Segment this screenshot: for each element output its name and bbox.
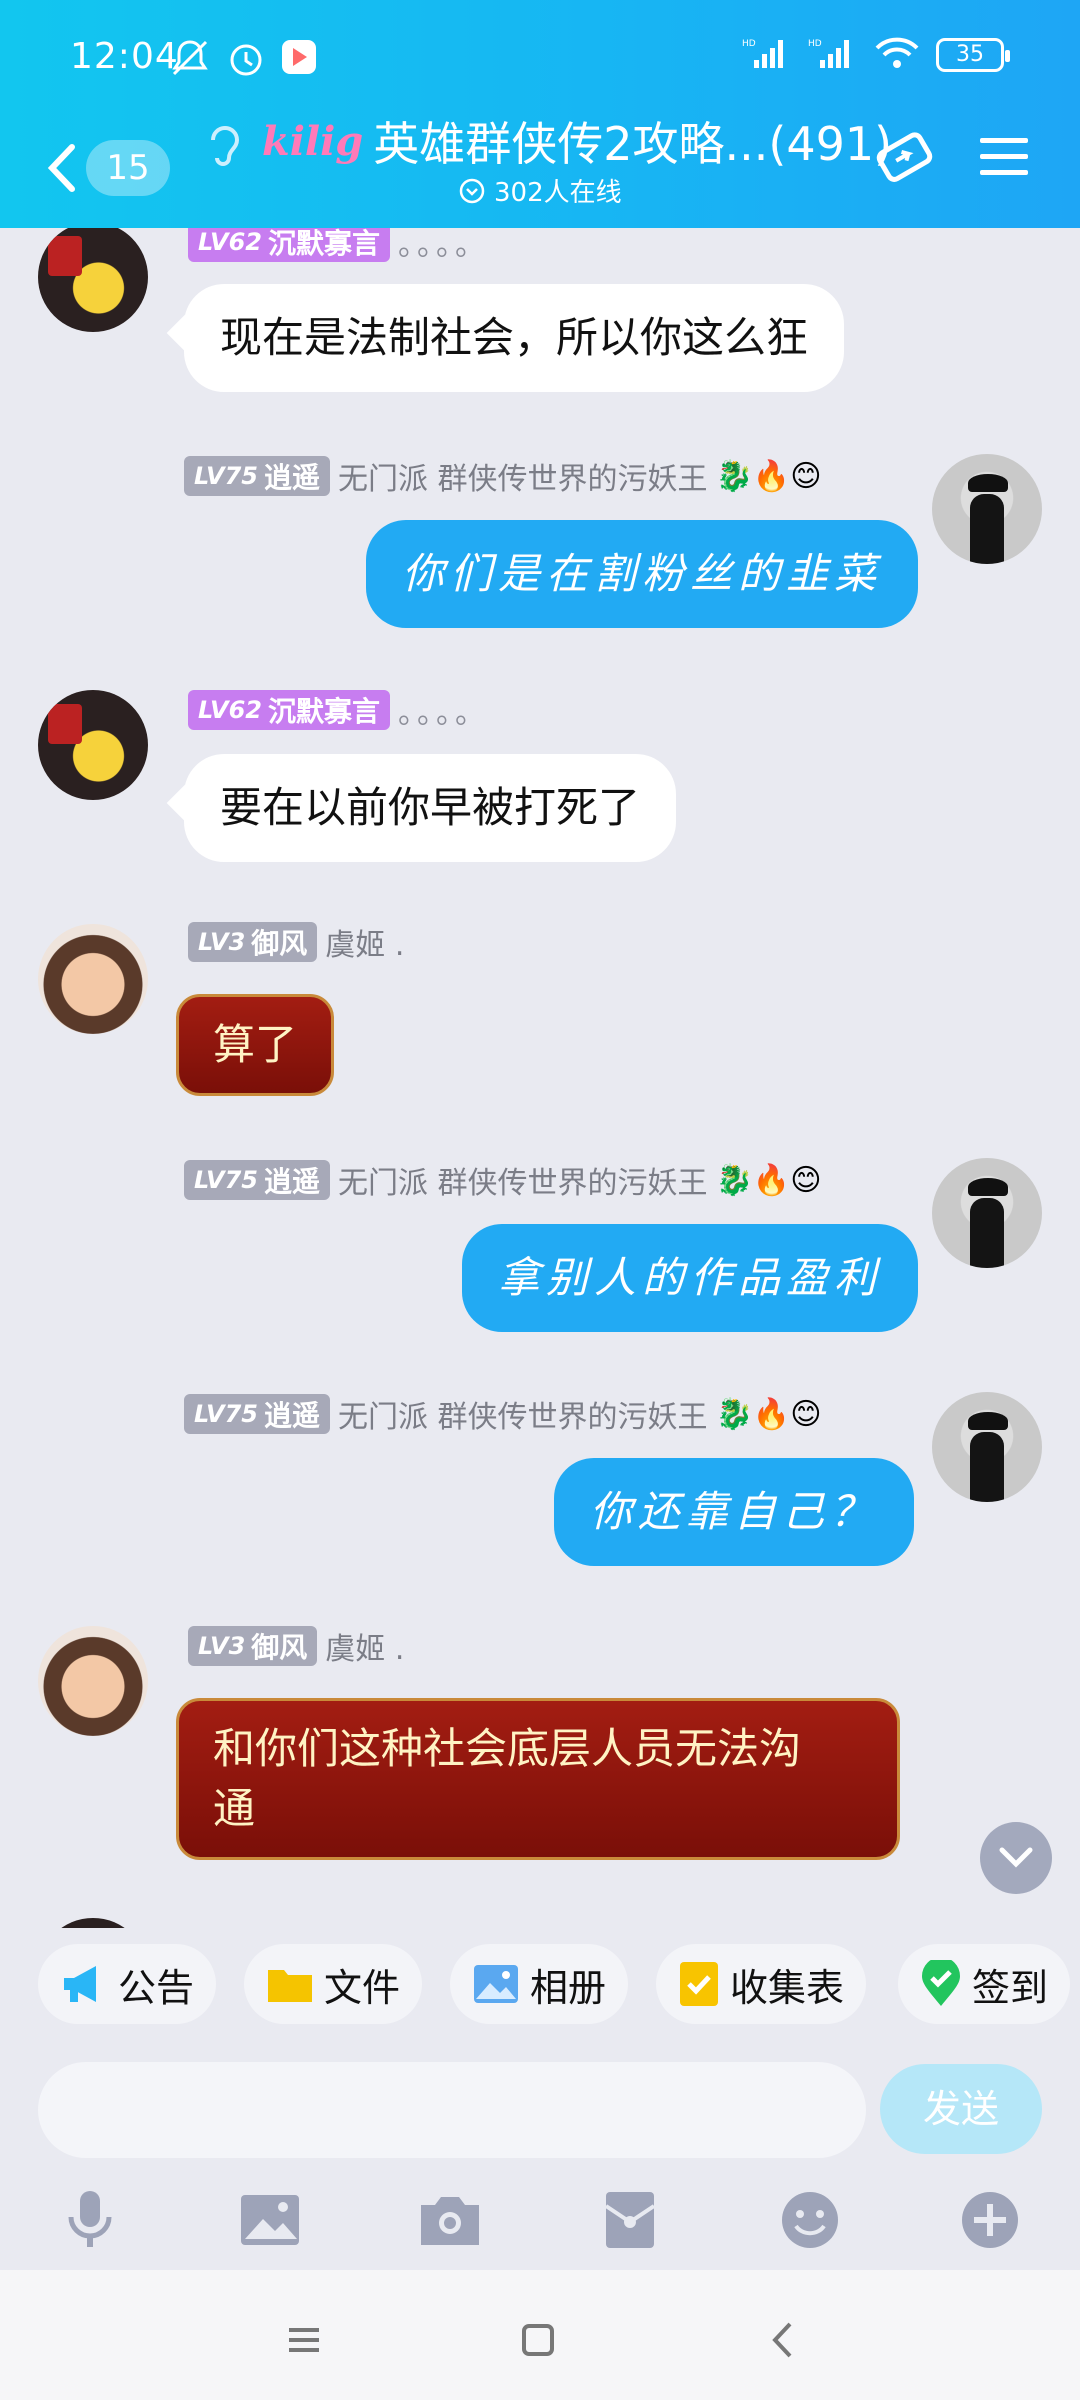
photo-album-icon	[474, 1965, 518, 2003]
image-icon[interactable]	[230, 2180, 310, 2260]
chevron-down-icon	[999, 1847, 1033, 1868]
message-bubble[interactable]: 你们是在割粉丝的韭菜	[366, 520, 919, 628]
shortcut-announcement[interactable]: 公告	[38, 1944, 217, 2024]
message-input[interactable]	[38, 2062, 866, 2158]
online-count-text: 302人在线	[494, 178, 622, 208]
message-bubble[interactable]: 你还靠自己？	[554, 1458, 915, 1566]
plus-icon[interactable]	[950, 2180, 1030, 2260]
mute-bell-icon	[168, 38, 212, 82]
shortcut-checkin[interactable]: 签到	[898, 1944, 1071, 2024]
message-line: 通	[213, 1784, 256, 1833]
girl-avatar[interactable]	[38, 1626, 148, 1736]
shortcut-bar: 公告 文件 相册 收集表 签到	[0, 1944, 1080, 2030]
megaphone-icon	[64, 1966, 96, 2002]
status-bar: 12:04 HD HD 35	[0, 0, 1080, 115]
red-packet-icon[interactable]	[590, 2180, 670, 2260]
emoji-icon[interactable]	[770, 2180, 850, 2260]
message-meta: LV3 御风 虞姬 .	[188, 1624, 404, 1668]
send-button[interactable]: 发送	[880, 2064, 1042, 2154]
alarm-icon	[226, 38, 266, 82]
group-logo: kilig	[262, 117, 364, 165]
level-badge: LV75 逍遥	[184, 1394, 330, 1434]
status-time: 12:04	[70, 36, 179, 77]
emoji-badges: 🐉🔥😊	[715, 1162, 822, 1198]
message-bubble[interactable]: 算了	[176, 994, 335, 1096]
svg-text:HD: HD	[742, 39, 756, 49]
input-toolbar	[0, 2180, 1080, 2270]
message-bubble[interactable]: 现在是法制社会，所以你这么狂	[184, 284, 845, 392]
group-title-row[interactable]: kilig 英雄群侠传2攻略...(491)	[262, 108, 892, 174]
shortcut-form[interactable]: 收集表	[656, 1944, 867, 2024]
level-badge: LV3 御风	[188, 1626, 318, 1666]
emoji-badges: 🐉🔥😊	[715, 458, 822, 494]
ear-icon[interactable]	[205, 120, 245, 174]
level-badge: LV62 沉默寡言	[188, 228, 390, 262]
menu-icon[interactable]	[978, 132, 1030, 186]
home-icon[interactable]	[508, 2310, 568, 2370]
unread-count-badge: 15	[86, 140, 170, 196]
share-screen-icon[interactable]	[872, 128, 938, 192]
microphone-icon[interactable]	[50, 2180, 130, 2260]
message-bubble[interactable]: 要在以前你早被打死了	[184, 754, 677, 862]
nickname: 无门派 群侠传世界的污妖王	[337, 1400, 708, 1435]
chat-header: 12:04 HD HD 35 15 kilig 英雄群侠传2攻略...(491)…	[0, 0, 1080, 228]
system-nav-bar	[0, 2270, 1080, 2400]
message-list[interactable]: LV62 沉默寡言 。。。。 现在是法制社会，所以你这么狂 LV75 逍遥 无门派 …	[0, 228, 1080, 1928]
hd-signal-icon: HD	[742, 36, 792, 74]
pikachu-avatar[interactable]	[38, 690, 148, 800]
shortcut-album[interactable]: 相册	[450, 1944, 629, 2024]
chevron-left-icon	[47, 144, 75, 192]
message-bubble[interactable]: 和你们这种社会底层人员无法沟 通	[176, 1698, 900, 1860]
folder-icon	[268, 1970, 312, 2002]
back-button[interactable]: 15	[44, 137, 174, 199]
check-circle-icon	[459, 178, 485, 203]
group-title: 英雄群侠传2攻略...(491)	[373, 117, 893, 171]
message-meta: LV75 逍遥 无门派 群侠传世界的污妖王 🐉🔥😊	[184, 1158, 822, 1202]
shortcut-files[interactable]: 文件	[244, 1944, 423, 2024]
nickname: 虞姬 .	[325, 1632, 405, 1667]
shortcut-label: 签到	[972, 1965, 1049, 2010]
checkin-pin-icon	[922, 1960, 960, 2006]
online-count: 302人在线	[458, 172, 622, 209]
message-meta: LV75 逍遥 无门派 群侠传世界的污妖王 🐉🔥😊	[184, 1392, 822, 1436]
shortcut-label: 公告	[118, 1965, 195, 2010]
level-badge: LV3 御风	[188, 922, 318, 962]
checklist-icon	[680, 1962, 718, 2006]
nickname: 。。。。	[397, 696, 489, 731]
nickname: 无门派 群侠传世界的污妖王	[337, 462, 708, 497]
message-meta: LV3 御风 虞姬 .	[188, 920, 404, 964]
svg-text:HD: HD	[808, 39, 822, 49]
message-bubble[interactable]: 拿别人的作品盈利	[462, 1224, 919, 1332]
black-hat-avatar[interactable]	[932, 454, 1042, 564]
pikachu-avatar[interactable]	[38, 228, 148, 332]
message-meta: LV62 沉默寡言 。。。。	[188, 688, 489, 732]
compose-row: 发送	[0, 2058, 1080, 2158]
nickname: 。。。。	[397, 228, 489, 263]
nickname: 虞姬 .	[325, 928, 405, 963]
emoji-badges: 🐉🔥😊	[715, 1396, 822, 1432]
hd-signal-icon: HD	[808, 36, 858, 74]
message-meta: LV75 逍遥 无门派 群侠传世界的污妖王 🐉🔥😊	[184, 454, 822, 498]
play-store-icon	[280, 38, 318, 82]
message-meta: LV62 沉默寡言 。。。。	[188, 228, 489, 264]
battery-icon: 35	[936, 38, 1010, 72]
level-badge: LV75 逍遥	[184, 456, 330, 496]
black-hat-avatar[interactable]	[932, 1158, 1042, 1268]
shortcut-label: 相册	[530, 1965, 607, 2010]
nickname: 无门派 群侠传世界的污妖王	[337, 1166, 708, 1201]
back-nav-icon[interactable]	[752, 2310, 812, 2370]
wifi-icon	[874, 36, 920, 74]
message-line: 和你们这种社会底层人员无法沟	[213, 1724, 802, 1773]
camera-icon[interactable]	[410, 2180, 490, 2260]
scroll-to-bottom-button[interactable]	[980, 1822, 1052, 1894]
pikachu-avatar[interactable]	[38, 1918, 148, 1928]
shortcut-label: 收集表	[730, 1965, 845, 2010]
level-badge: LV62 沉默寡言	[188, 690, 390, 730]
recent-apps-icon[interactable]	[274, 2310, 334, 2370]
black-hat-avatar[interactable]	[932, 1392, 1042, 1502]
level-badge: LV75 逍遥	[184, 1160, 330, 1200]
shortcut-label: 文件	[324, 1965, 401, 2010]
girl-avatar[interactable]	[38, 924, 148, 1034]
